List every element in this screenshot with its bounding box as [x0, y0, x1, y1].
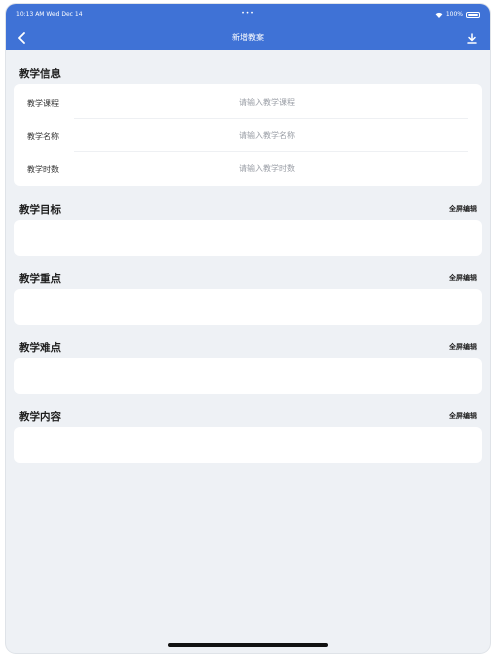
navigation-bar: 新增教案 [6, 26, 490, 50]
status-time: 10:13 AM Wed Dec 14 [16, 11, 83, 18]
objectives-title: 教学目标 [19, 204, 61, 216]
hours-row: 教学时数 [14, 152, 482, 185]
teaching-info-card: 教学课程 教学名称 教学时数 [14, 84, 482, 186]
content-editor-card [14, 427, 482, 463]
lesson-name-label: 教学名称 [27, 132, 59, 141]
course-label: 教学课程 [27, 99, 59, 108]
lesson-name-input[interactable] [239, 127, 464, 143]
download-icon [467, 32, 477, 44]
download-button[interactable] [462, 28, 482, 48]
objectives-editor-card [14, 220, 482, 256]
status-right: 100% [435, 10, 480, 20]
chevron-left-icon [18, 32, 25, 44]
battery-percent: 100% [445, 11, 463, 18]
difficulties-title: 教学难点 [19, 342, 61, 354]
difficulties-fullscreen-edit-button[interactable]: 全屏编辑 [449, 342, 477, 352]
difficulties-editor-card [14, 358, 482, 394]
key-points-editor-card [14, 289, 482, 325]
lesson-name-row: 教学名称 [14, 119, 482, 152]
key-points-title: 教学重点 [19, 273, 61, 285]
content-fullscreen-edit-button[interactable]: 全屏编辑 [449, 411, 477, 421]
course-row: 教学课程 [14, 86, 482, 119]
difficulties-editor[interactable] [14, 358, 482, 394]
teaching-info-title: 教学信息 [19, 68, 61, 80]
hours-input[interactable] [239, 160, 464, 176]
app-window: 10:13 AM Wed Dec 14 ••• 100% 新增教案 教学信息 教… [6, 4, 490, 653]
objectives-editor[interactable] [14, 220, 482, 256]
multitask-dots[interactable]: ••• [241, 9, 255, 19]
content-editor[interactable] [14, 427, 482, 463]
key-points-editor[interactable] [14, 289, 482, 325]
page-title: 新增教案 [232, 33, 264, 42]
course-input[interactable] [239, 94, 464, 110]
content-title: 教学内容 [19, 411, 61, 423]
battery-icon [466, 12, 480, 18]
status-bar: 10:13 AM Wed Dec 14 ••• 100% [16, 10, 480, 20]
top-bar: 10:13 AM Wed Dec 14 ••• 100% 新增教案 [6, 4, 490, 50]
objectives-fullscreen-edit-button[interactable]: 全屏编辑 [449, 204, 477, 214]
wifi-icon [435, 12, 443, 18]
home-indicator[interactable] [168, 643, 328, 647]
hours-label: 教学时数 [27, 165, 59, 174]
key-points-fullscreen-edit-button[interactable]: 全屏编辑 [449, 273, 477, 283]
back-button[interactable] [12, 28, 32, 48]
